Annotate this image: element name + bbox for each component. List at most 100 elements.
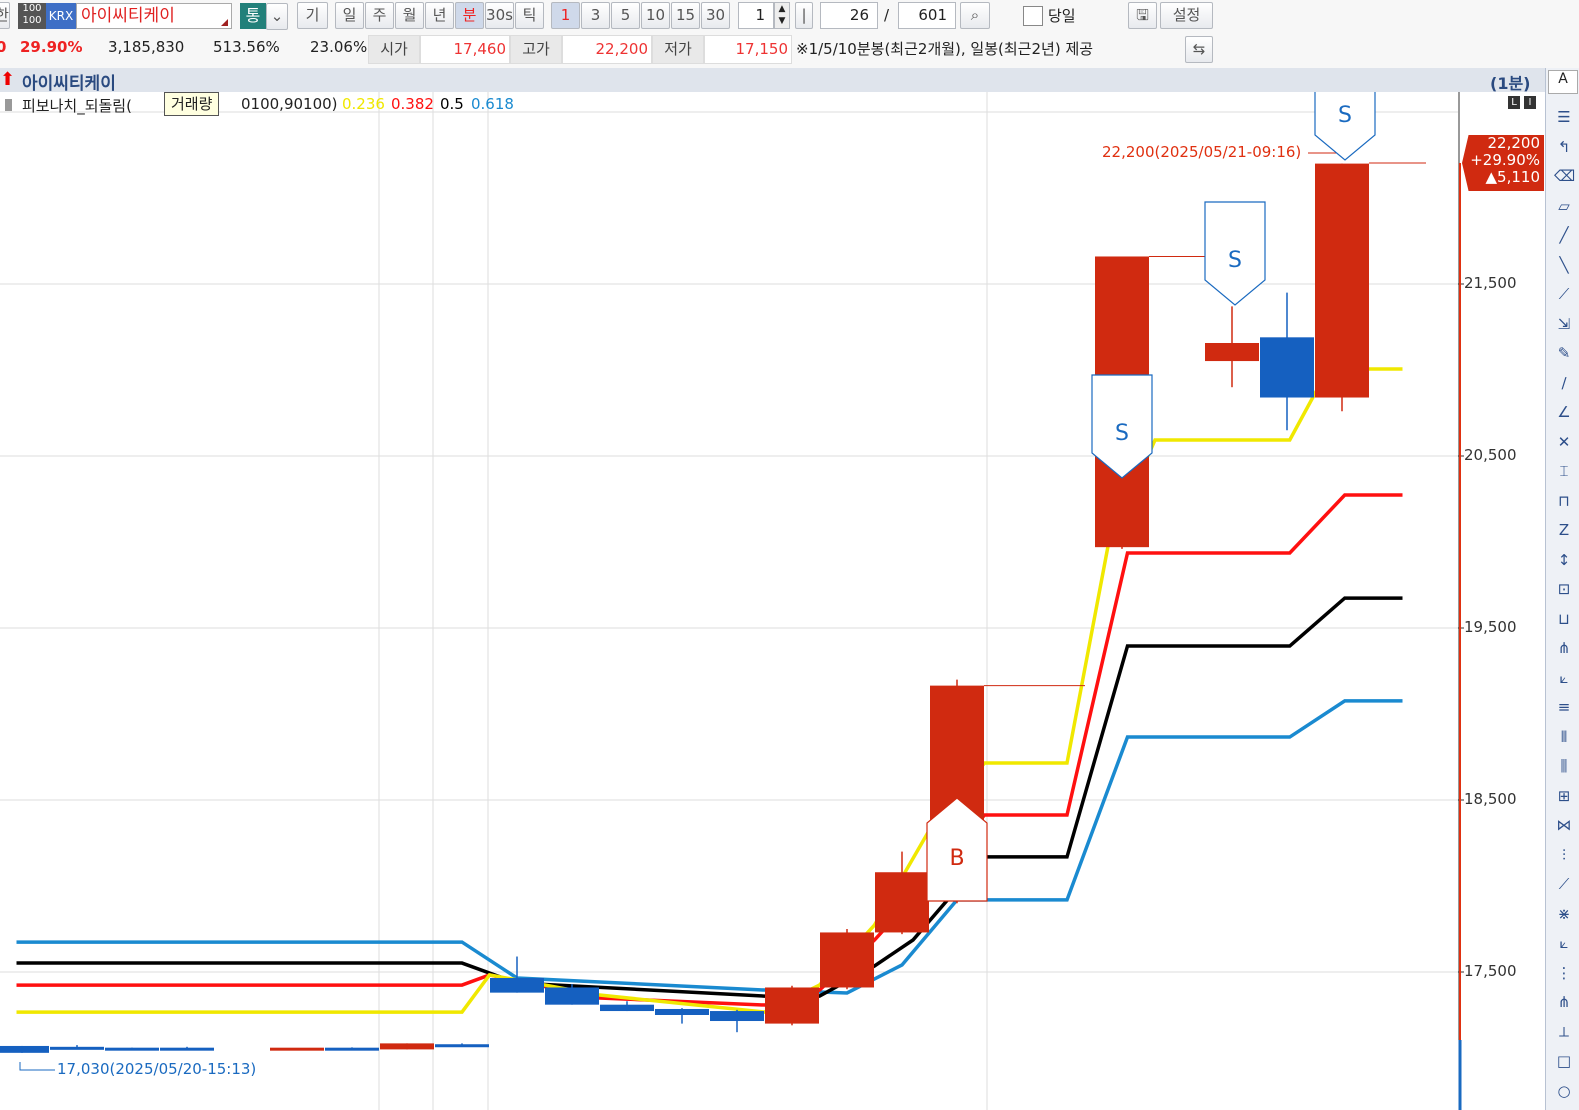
volume: 3,185,830 (108, 38, 185, 56)
candle-down (655, 1008, 709, 1015)
candle-down (490, 978, 544, 993)
slash: / (884, 6, 890, 24)
tong-button[interactable]: 통 (240, 3, 266, 29)
minute-tab[interactable]: 1 (551, 2, 580, 29)
spinner-input[interactable]: 1 (738, 2, 774, 29)
candle-down (50, 1046, 104, 1050)
minute-tab[interactable]: 30 (701, 2, 730, 29)
current-price-tag: 22,200 +29.90% ▲5,110 (1462, 135, 1544, 191)
drawing-tool-icon[interactable]: ☰ (1554, 106, 1574, 128)
a-button[interactable]: A (1548, 70, 1578, 94)
drawing-tool-icon[interactable]: ⌶ (1554, 460, 1574, 482)
annotation-leader (19, 1062, 55, 1071)
partial-button[interactable]: 한 (0, 2, 10, 29)
interval-label: (1분) (1490, 74, 1531, 93)
drawing-tool-icon[interactable]: ✎ (1554, 342, 1574, 364)
minute-tab[interactable]: 15 (671, 2, 700, 29)
sell-signal-label: S (1228, 248, 1242, 273)
drawing-tool-icon[interactable]: ⋔ (1554, 991, 1574, 1013)
drawing-tool-icon[interactable]: ⊡ (1554, 578, 1574, 600)
drawing-tool-icon[interactable]: ≡ (1554, 696, 1574, 718)
drawing-tool-icon[interactable]: ○ (1554, 1080, 1574, 1102)
drawing-tool-icon[interactable]: □ (1554, 1050, 1574, 1072)
tooltip: 거래량 (164, 92, 220, 116)
minute-tab[interactable]: 3 (581, 2, 610, 29)
drawing-tool-icon[interactable]: ⋈ (1554, 814, 1574, 836)
open-value: 17,460 (420, 35, 510, 64)
period-tab[interactable]: 30s (485, 2, 514, 29)
indicator-params: 0100,90100) (241, 95, 338, 113)
drawing-tool-icon[interactable]: ⟂ (1554, 1021, 1574, 1043)
drawing-tool-icon[interactable]: ⟀ (1554, 932, 1574, 954)
period-tab[interactable]: 틱 (515, 2, 544, 29)
price-chart[interactable]: S S S B (0, 0, 1545, 1110)
drawing-tool-icon[interactable]: ⋮ (1554, 962, 1574, 984)
drawing-tool-icon[interactable]: ▱ (1554, 195, 1574, 217)
bar-button[interactable]: | (795, 2, 813, 29)
count-input[interactable]: 26 (820, 2, 878, 29)
minute-tab[interactable]: 10 (641, 2, 670, 29)
drawing-tool-icon[interactable]: ⫶ (1554, 844, 1574, 866)
gi-button[interactable]: 기 (297, 2, 328, 29)
drawing-tool-icon[interactable]: ╱ (1554, 224, 1574, 246)
drawing-tool-icon[interactable]: ⫴ (1554, 726, 1574, 748)
fib-line-0.618 (16, 699, 1403, 995)
drawing-tool-icon[interactable]: ⟀ (1554, 667, 1574, 689)
chart-title: 아이씨티케이 (22, 74, 116, 94)
turnover: 23.06% (310, 38, 368, 56)
drawing-tool-icon[interactable]: ✕ (1554, 431, 1574, 453)
refresh-icon[interactable]: ⇆ (1185, 36, 1213, 63)
period-tab[interactable]: 주 (365, 2, 394, 29)
stock-name-input[interactable]: 아이씨티케이 (76, 3, 232, 29)
spinner-arrows-icon[interactable]: ▲ ▼ (774, 2, 790, 29)
period-tab[interactable]: 월 (395, 2, 424, 29)
level-0382: 0.382 (391, 95, 434, 113)
quote-bar: 0 29.90% 3,185,830 513.56% 23.06% 시가 17,… (0, 32, 1579, 68)
period-tab[interactable]: 년 (425, 2, 454, 29)
drawing-tool-icon[interactable]: ⊔ (1554, 608, 1574, 630)
candle-down (105, 1047, 159, 1051)
settings-button[interactable]: 설정 (1160, 2, 1213, 29)
candle-down (0, 1045, 49, 1053)
total-input[interactable]: 601 (898, 2, 956, 29)
i-button[interactable]: I (1524, 96, 1536, 109)
drawing-tool-icon[interactable]: ⌫ (1554, 165, 1575, 187)
legend-marker-icon (5, 99, 12, 111)
drawing-tool-icon[interactable]: ∠ (1554, 401, 1574, 423)
drawing-toolbar: A ☰ ↰ ⌫ ▱ ╱ ╲ ⟋ ⇲ ✎ ∕ ∠ ✕ ⌶ ⊓ Z ↕ ⊡ ⊔ ⋔ ⟀ ≡ ⫴ ⫼ ⊞ ⋈ ⫶ ⟋ ⋇ ⟀ ⋮ ⋔ ⟂ □ ○ (1545, 68, 1579, 1110)
minute-tab[interactable]: 5 (611, 2, 640, 29)
drawing-tool-icon[interactable]: ⋇ (1554, 903, 1574, 925)
save-icon[interactable]: 🖫 (1128, 2, 1157, 29)
drawing-tool-icon[interactable]: ⊞ (1554, 785, 1574, 807)
search-zoom-icon[interactable]: ⌕ (960, 2, 990, 29)
drawing-tool-icon[interactable]: ⫼ (1554, 755, 1574, 777)
drawing-tool-icon[interactable]: ⋔ (1554, 637, 1574, 659)
drawing-tool-icon[interactable]: ⊓ (1554, 490, 1574, 512)
drawing-tool-icon[interactable]: ⇲ (1554, 313, 1574, 335)
candle-down (600, 1004, 654, 1012)
today-checkbox[interactable] (1023, 6, 1043, 26)
l-button[interactable]: L (1508, 96, 1520, 109)
code-icon[interactable]: 100 100 (18, 3, 46, 29)
level-0618: 0.618 (471, 95, 514, 113)
candle-up (875, 872, 929, 933)
candle-up (380, 1043, 434, 1050)
today-label: 당일 (1048, 7, 1076, 25)
candle-down (160, 1047, 214, 1051)
drawing-tool-icon[interactable]: ↕ (1554, 549, 1574, 571)
drawing-tool-icon[interactable]: Z (1554, 519, 1574, 541)
chart-title-bar: ⬆ 아이씨티케이 (1분) (0, 68, 1545, 94)
drawing-tool-icon[interactable]: ╲ (1554, 254, 1574, 276)
drawing-tool-icon[interactable]: ∕ (1554, 372, 1574, 394)
period-tab[interactable]: 일 (335, 2, 364, 29)
level-0236: 0.236 (342, 95, 385, 113)
period-tab[interactable]: 분 (455, 2, 484, 29)
drawing-tool-icon[interactable]: ↰ (1554, 136, 1574, 158)
y-tick-label: 21,500 (1464, 274, 1517, 292)
chevron-down-icon[interactable]: ⌄ (266, 3, 288, 30)
drawing-tool-icon[interactable]: ⟋ (1554, 873, 1574, 895)
indicator-name[interactable]: 피보나치_되돌림( (22, 95, 132, 116)
candle-up (1315, 163, 1369, 398)
up-arrow-icon: ⬆ (0, 69, 16, 90)
drawing-tool-icon[interactable]: ⟋ (1554, 283, 1574, 305)
